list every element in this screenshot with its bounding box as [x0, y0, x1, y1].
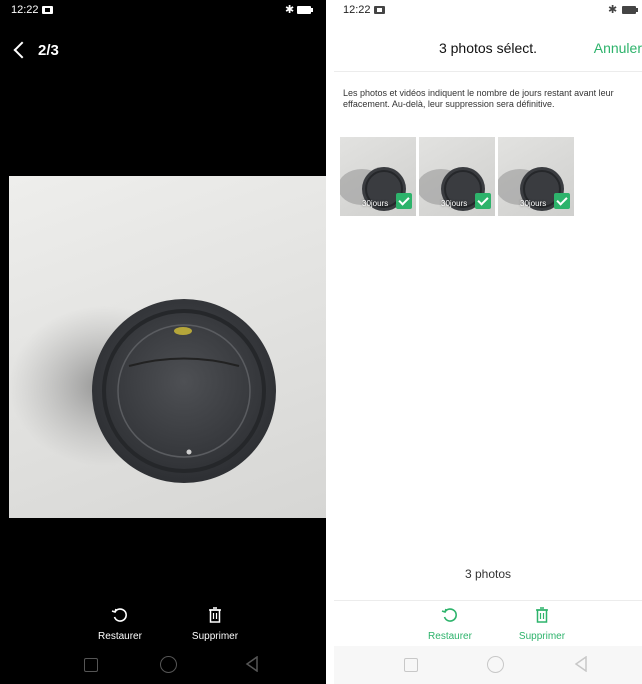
photo-counter: 2/3	[38, 41, 59, 59]
info-message: Les photos et vidéos indiquent le nombre…	[343, 88, 614, 109]
battery-icon	[297, 6, 313, 14]
back-chevron-icon[interactable]	[13, 41, 31, 59]
status-time: 12:22	[11, 4, 39, 16]
delete-button[interactable]: Supprimer	[175, 606, 255, 642]
recent-apps-icon[interactable]	[404, 658, 418, 672]
home-icon[interactable]	[160, 656, 177, 673]
photo-viewer-screen: 12:22 ✱ 2/3 Restaurer Supprimer	[0, 0, 326, 684]
battery-icon	[622, 6, 638, 14]
back-icon[interactable]	[574, 656, 588, 672]
header-divider	[334, 71, 642, 72]
status-bar: 12:22 ✱	[0, 0, 326, 22]
days-remaining: 30jours	[520, 199, 547, 208]
days-remaining: 30jours	[362, 199, 389, 208]
photo-thumbnail[interactable]: 30jours	[498, 137, 574, 216]
trash-icon	[209, 607, 221, 623]
bluetooth-icon: ✱	[608, 4, 618, 16]
restore-button[interactable]: Restaurer	[410, 606, 490, 642]
back-icon[interactable]	[245, 656, 259, 672]
delete-label: Supprimer	[191, 631, 239, 642]
bluetooth-icon: ✱	[285, 4, 295, 16]
system-nav-bar	[334, 646, 642, 684]
checkbox-checked-icon[interactable]	[396, 193, 412, 209]
viewer-actions: Restaurer Supprimer	[0, 606, 326, 646]
delete-button[interactable]: Supprimer	[502, 606, 582, 642]
footer-divider	[334, 600, 642, 601]
restore-icon	[111, 608, 127, 622]
photo-preview[interactable]	[9, 176, 326, 518]
restore-label: Restaurer	[98, 631, 142, 642]
restore-button[interactable]: Restaurer	[80, 606, 160, 642]
checkbox-checked-icon[interactable]	[554, 193, 570, 209]
selection-screen: 12:22 ✱ 3 photos sélect. Annuler Les pho…	[334, 0, 642, 684]
restore-label: Restaurer	[428, 631, 472, 642]
notification-icon	[374, 6, 385, 14]
photo-thumbnail[interactable]: 30jours	[419, 137, 495, 216]
system-nav-bar	[0, 646, 326, 684]
notification-icon	[42, 6, 53, 14]
thumbnail-grid: 30jours 30jours 30jours	[340, 137, 580, 216]
cancel-button[interactable]: Annuler	[594, 40, 642, 56]
trash-icon	[536, 607, 548, 623]
restore-icon	[441, 608, 457, 622]
status-time: 12:22	[343, 4, 371, 16]
days-remaining: 30jours	[441, 199, 468, 208]
photo-thumbnail[interactable]: 30jours	[340, 137, 416, 216]
delete-label: Supprimer	[518, 631, 566, 642]
viewer-header: 2/3	[12, 40, 59, 60]
photo-count: 3 photos	[464, 567, 512, 581]
home-icon[interactable]	[487, 656, 504, 673]
recent-apps-icon[interactable]	[84, 658, 98, 672]
checkbox-checked-icon[interactable]	[475, 193, 491, 209]
selection-actions: Restaurer Supprimer	[334, 606, 642, 646]
